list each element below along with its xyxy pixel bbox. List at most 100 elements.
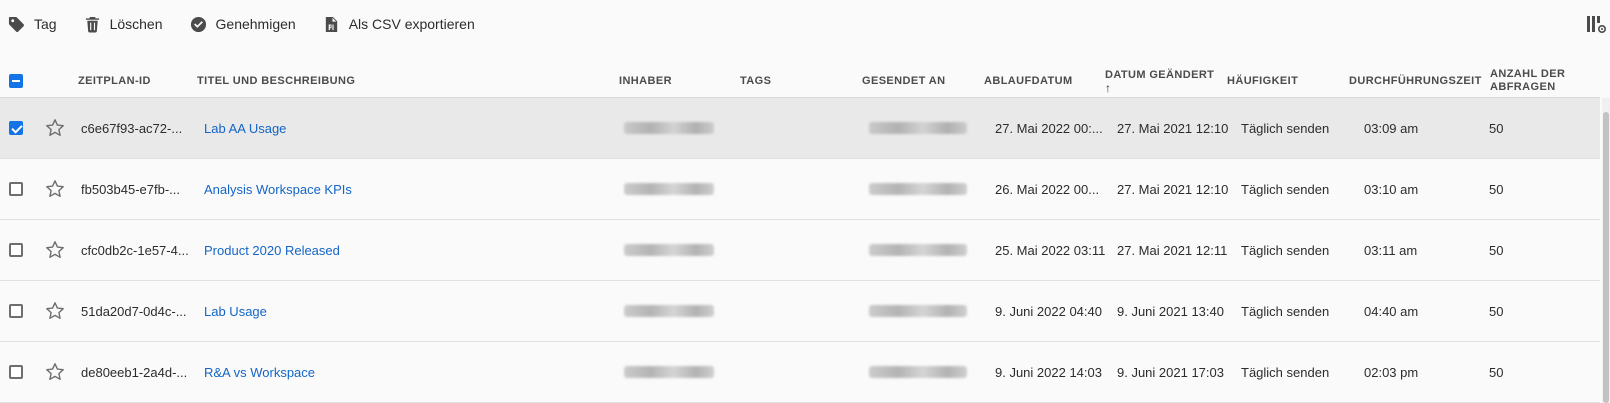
cell-queries-text: 50 bbox=[1489, 120, 1504, 136]
cell-frequency-text: Täglich senden bbox=[1241, 120, 1330, 136]
cell-modified-text: 9. Juni 2021 13:40 bbox=[1117, 303, 1224, 319]
table-row[interactable]: de80eeb1-2a4d-... R&A vs Workspace 9. Juni… bbox=[0, 342, 1600, 403]
row-checkbox[interactable] bbox=[9, 243, 23, 257]
favorite-star-icon[interactable] bbox=[45, 179, 65, 199]
cell-frequency-text: Täglich senden bbox=[1241, 181, 1330, 197]
cell-title[interactable]: R&A vs Workspace bbox=[204, 342, 315, 402]
cell-title[interactable]: Lab AA Usage bbox=[204, 98, 286, 158]
cell-expiry-text: 9. Juni 2022 14:03 bbox=[995, 364, 1102, 380]
cell-schedule-id: 51da20d7-0d4c-... bbox=[81, 281, 187, 341]
cell-owner bbox=[624, 98, 714, 158]
cell-owner bbox=[624, 281, 714, 341]
table-row[interactable]: 51da20d7-0d4c-... Lab Usage 9. Juni 2022 0… bbox=[0, 281, 1600, 342]
cell-modified-text: 27. Mai 2021 12:11 bbox=[1117, 242, 1228, 258]
cell-expiry: 27. Mai 2022 00:... bbox=[995, 98, 1103, 158]
export-csv-button[interactable]: Als CSV exportieren bbox=[323, 16, 475, 33]
cell-modified-text: 9. Juni 2021 17:03 bbox=[1117, 364, 1224, 380]
cell-expiry: 9. Juni 2022 04:40 bbox=[995, 281, 1102, 341]
table-row[interactable]: fb503b45-e7fb-... Analysis Workspace KPIs… bbox=[0, 159, 1600, 220]
checkmark-circle-icon bbox=[190, 16, 206, 32]
cell-run-time-text: 04:40 am bbox=[1364, 303, 1419, 319]
cell-frequency-text: Täglich senden bbox=[1241, 364, 1330, 380]
cell-modified: 27. Mai 2021 12:11 bbox=[1117, 220, 1227, 280]
favorite-star-icon[interactable] bbox=[45, 362, 65, 382]
vertical-scrollbar[interactable] bbox=[1602, 98, 1610, 403]
table-header: ZEITPLAN-ID TITEL UND BESCHREIBUNG INHAB… bbox=[0, 64, 1600, 98]
row-checkbox[interactable] bbox=[9, 304, 23, 318]
column-header-sent-to[interactable]: GESENDET AN bbox=[862, 64, 945, 98]
cell-title-text[interactable]: Lab AA Usage bbox=[204, 121, 286, 136]
cell-frequency: Täglich senden bbox=[1241, 159, 1329, 219]
cell-sent-to bbox=[869, 220, 967, 280]
redacted-value bbox=[624, 183, 714, 195]
cell-title[interactable]: Product 2020 Released bbox=[204, 220, 340, 280]
cell-run-time: 03:09 am bbox=[1364, 98, 1418, 158]
cell-sent-to bbox=[869, 281, 967, 341]
cell-title[interactable]: Lab Usage bbox=[204, 281, 267, 341]
cell-owner bbox=[624, 159, 714, 219]
favorite-star-icon[interactable] bbox=[45, 118, 65, 138]
column-settings-icon bbox=[1587, 16, 1607, 34]
cell-expiry-text: 27. Mai 2022 00:... bbox=[995, 120, 1103, 136]
column-header-frequency[interactable]: HÄUFIGKEIT bbox=[1227, 64, 1298, 98]
cell-title-text[interactable]: R&A vs Workspace bbox=[204, 365, 315, 380]
cell-modified: 27. Mai 2021 12:10 bbox=[1117, 98, 1228, 158]
cell-run-time: 02:03 pm bbox=[1364, 342, 1418, 402]
scrollbar-thumb[interactable] bbox=[1603, 112, 1609, 403]
cell-queries-text: 50 bbox=[1489, 181, 1504, 197]
cell-queries: 50 bbox=[1489, 342, 1503, 402]
approve-button[interactable]: Genehmigen bbox=[190, 16, 296, 33]
cell-run-time: 03:10 am bbox=[1364, 159, 1418, 219]
row-checkbox[interactable] bbox=[9, 182, 23, 196]
column-header-queries[interactable]: ANZAHL DER ABFRAGEN bbox=[1490, 64, 1565, 98]
table-body: c6e67f93-ac72-... Lab AA Usage 27. Mai 202… bbox=[0, 98, 1600, 403]
cell-run-time-text: 02:03 pm bbox=[1364, 364, 1419, 380]
redacted-value bbox=[624, 244, 714, 256]
redacted-value bbox=[869, 244, 967, 256]
cell-schedule-id-text: 51da20d7-0d4c-... bbox=[81, 303, 187, 319]
cell-title[interactable]: Analysis Workspace KPIs bbox=[204, 159, 352, 219]
delete-button[interactable]: Löschen bbox=[84, 16, 163, 33]
cell-title-text[interactable]: Lab Usage bbox=[204, 304, 267, 319]
action-toolbar: Tag Löschen Genehmigen Als CSV exportier… bbox=[0, 0, 1610, 48]
column-header-modified[interactable]: DATUM GEÄNDERT ↑ bbox=[1105, 64, 1214, 98]
column-header-tags[interactable]: TAGS bbox=[740, 64, 771, 98]
table-row[interactable]: cfc0db2c-1e57-4... Product 2020 Released 2… bbox=[0, 220, 1600, 281]
favorite-star-icon[interactable] bbox=[45, 301, 65, 321]
cell-expiry: 26. Mai 2022 00... bbox=[995, 159, 1099, 219]
column-settings-button[interactable] bbox=[1586, 14, 1607, 34]
cell-queries: 50 bbox=[1489, 159, 1503, 219]
cell-schedule-id-text: cfc0db2c-1e57-4... bbox=[81, 242, 189, 258]
cell-frequency: Täglich senden bbox=[1241, 281, 1329, 341]
cell-schedule-id: fb503b45-e7fb-... bbox=[81, 159, 180, 219]
cell-schedule-id-text: de80eeb1-2a4d-... bbox=[81, 364, 188, 380]
cell-schedule-id: c6e67f93-ac72-... bbox=[81, 98, 182, 158]
row-checkbox[interactable] bbox=[9, 365, 23, 379]
column-header-expiry[interactable]: ABLAUFDATUM bbox=[984, 64, 1073, 98]
cell-title-text[interactable]: Analysis Workspace KPIs bbox=[204, 182, 352, 197]
cell-schedule-id: cfc0db2c-1e57-4... bbox=[81, 220, 189, 280]
tag-button[interactable]: Tag bbox=[8, 16, 57, 33]
cell-title-text[interactable]: Product 2020 Released bbox=[204, 243, 340, 258]
cell-modified-text: 27. Mai 2021 12:10 bbox=[1117, 181, 1229, 197]
cell-queries-text: 50 bbox=[1489, 303, 1504, 319]
cell-queries: 50 bbox=[1489, 220, 1503, 280]
approve-button-label: Genehmigen bbox=[215, 16, 296, 32]
column-header-schedule-id[interactable]: ZEITPLAN-ID bbox=[78, 64, 151, 98]
cell-owner bbox=[624, 342, 714, 402]
redacted-value bbox=[624, 366, 714, 378]
cell-run-time: 04:40 am bbox=[1364, 281, 1418, 341]
file-csv-icon bbox=[325, 16, 337, 32]
cell-queries: 50 bbox=[1489, 281, 1503, 341]
row-checkbox[interactable] bbox=[9, 121, 23, 135]
table-row[interactable]: c6e67f93-ac72-... Lab AA Usage 27. Mai 202… bbox=[0, 98, 1600, 159]
tag-icon bbox=[8, 16, 25, 32]
cell-frequency-text: Täglich senden bbox=[1241, 303, 1330, 319]
cell-schedule-id-text: fb503b45-e7fb-... bbox=[81, 181, 181, 197]
column-header-owner[interactable]: INHABER bbox=[619, 64, 672, 98]
column-header-title[interactable]: TITEL UND BESCHREIBUNG bbox=[197, 64, 355, 98]
cell-expiry-text: 25. Mai 2022 03:11 bbox=[995, 242, 1106, 258]
cell-sent-to bbox=[869, 342, 967, 402]
column-header-run-time[interactable]: DURCHFÜHRUNGSZEIT bbox=[1349, 64, 1482, 98]
favorite-star-icon[interactable] bbox=[45, 240, 65, 260]
